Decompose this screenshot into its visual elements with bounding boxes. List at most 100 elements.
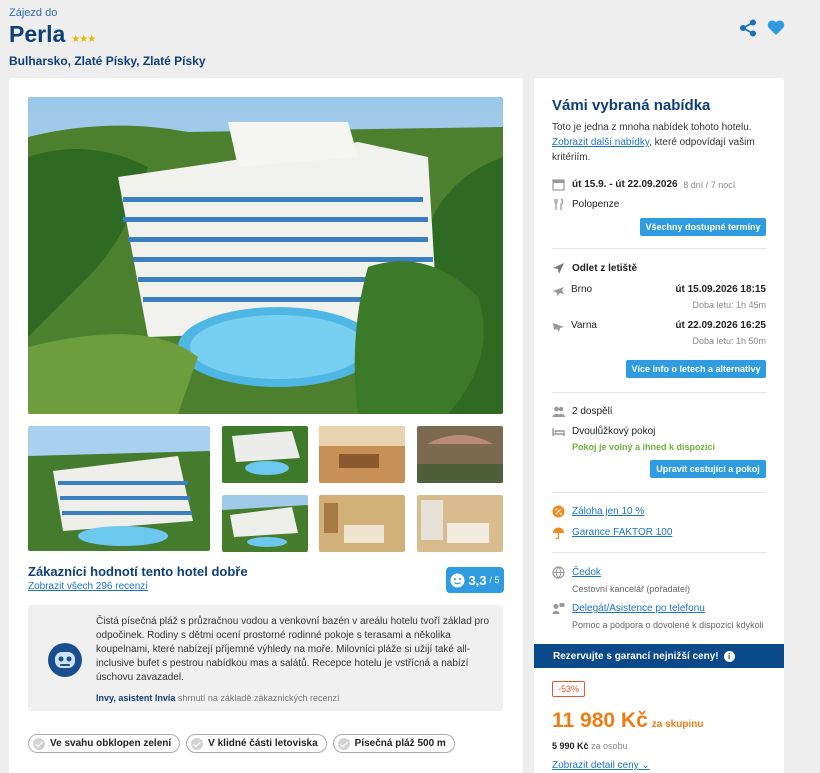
- support-person-icon: [552, 603, 565, 614]
- delegate-link: Delegát/Asistence po telefonu: [572, 603, 705, 614]
- tag-chip: Písečná pláž 500 m: [332, 734, 455, 753]
- return-duration: Doba letu: 1h 50m: [692, 336, 766, 346]
- calendar-icon: [552, 179, 565, 191]
- rating-badge[interactable]: 3,3 / 5: [446, 567, 504, 593]
- deposit-row[interactable]: Záloha jen 10 %: [552, 505, 644, 518]
- rating-scale: / 5: [489, 575, 500, 585]
- discount-badge: -53%: [552, 681, 586, 697]
- divider: [552, 248, 766, 249]
- divider: [552, 552, 766, 553]
- outbound-time: út 15.09.2026 18:15: [675, 284, 766, 295]
- promo-text: Rezervujte s garancí nejnižší ceny!: [553, 650, 719, 662]
- per-person-value: 5 990 Kč: [552, 741, 589, 751]
- delegate-row[interactable]: Delegát/Asistence po telefonu: [552, 602, 705, 615]
- all-dates-button[interactable]: Všechny dostupné termíny: [640, 218, 766, 236]
- plane-outbound-icon: [553, 287, 564, 296]
- room-row: Dvoulůžkový pokoj: [552, 425, 655, 438]
- info-icon[interactable]: i: [723, 650, 735, 662]
- check-icon: [191, 737, 204, 750]
- offer-card: Vámi vybraná nabídka Toto je jedna z mno…: [534, 78, 784, 773]
- hotel-header: Zájezd do Perla ★★★ Bulharsko, Zlaté Pís…: [9, 7, 820, 69]
- hotel-main-photo[interactable]: [28, 97, 503, 414]
- eyebrow: Zájezd do: [9, 7, 58, 19]
- share-icon[interactable]: [739, 19, 757, 37]
- offer-dates: út 15.9. - út 22.09.2026 8 dní / 7 nocí: [552, 178, 735, 191]
- divider: [552, 492, 766, 493]
- divider: [552, 392, 766, 393]
- tag-label: V klidné části letoviska: [208, 738, 318, 749]
- hotel-thumbnail-1[interactable]: [28, 426, 210, 551]
- heart-icon[interactable]: [766, 18, 786, 38]
- review-text: Čistá písečná pláž s průzračnou vodou a …: [96, 616, 490, 683]
- umbrella-icon: [553, 527, 564, 539]
- agency-subtitle: Cestovní kancelář (pořadatel): [572, 584, 691, 594]
- room-availability: Pokoj je volný a ihned k dispozici: [572, 442, 716, 452]
- hotel-thumbnail-4[interactable]: [417, 426, 503, 483]
- cutlery-icon: [554, 198, 564, 210]
- globe-icon: [552, 566, 565, 579]
- rating-title: Zákazníci hodnotí tento hotel dobře: [28, 564, 248, 579]
- tag-label: Písečná pláž 500 m: [354, 738, 446, 749]
- hotel-thumbnail-5[interactable]: [222, 495, 308, 552]
- total-price: 11 980 Kč za skupinu: [552, 709, 703, 733]
- all-reviews-link[interactable]: Zobrazit všech 296 recenzí: [28, 581, 148, 592]
- dates-value: út 15.9. - út 22.09.2026: [572, 179, 678, 190]
- lowest-price-banner[interactable]: Rezervujte s garancí nejnižší ceny! i: [534, 644, 784, 668]
- price-value: 11 980 Kč: [552, 709, 648, 732]
- outbound-city: Brno: [571, 284, 593, 295]
- hotel-location[interactable]: Bulharsko, Zlaté Písky, Zlaté Písky: [9, 54, 820, 68]
- return-city: Varna: [571, 320, 597, 331]
- hotel-gallery-card: Zákazníci hodnotí tento hotel dobře Zobr…: [9, 78, 523, 773]
- check-icon: [33, 737, 45, 750]
- guarantee-link: Garance FAKTOR 100: [572, 527, 673, 538]
- assistant-avatar-icon: [48, 643, 82, 677]
- review-summary: Čistá písečná pláž s průzračnou vodou a …: [28, 605, 503, 711]
- review-author: Invy, asistent Invia: [96, 693, 176, 703]
- per-person-label: za osobu: [591, 741, 628, 751]
- check-icon: [337, 737, 350, 750]
- delegate-subtitle: Pomoc a podpora o dovolené k dispozici k…: [572, 620, 764, 630]
- people-icon: [552, 406, 565, 417]
- plane-return-icon: [553, 323, 564, 332]
- tag-label: Ve svahu obklopen zelení: [50, 738, 172, 749]
- edit-travellers-button[interactable]: Upravit cestující a pokoj: [650, 460, 766, 478]
- navigation-arrow-icon: [553, 263, 564, 274]
- tag-chip: V klidné části letoviska: [186, 734, 327, 753]
- price-detail-link[interactable]: Zobrazit detail ceny ⌄: [552, 760, 650, 771]
- offer-board: Polopenze: [552, 198, 619, 211]
- chevron-down-icon: ⌄: [641, 760, 650, 771]
- review-signature: Invy, asistent Invia shrnutí na základě …: [96, 693, 339, 703]
- return-time: út 22.09.2026 16:25: [675, 320, 766, 331]
- more-offers-link[interactable]: Zobrazit další nabídky: [552, 137, 649, 148]
- travellers-row: 2 dospělí: [552, 405, 613, 418]
- hotel-thumbnail-7[interactable]: [417, 495, 503, 552]
- nights-value: 8 dní / 7 nocí: [683, 179, 736, 190]
- hotel-thumbnail-3[interactable]: [319, 426, 405, 483]
- hotel-name: Perla: [9, 21, 66, 47]
- guarantee-row[interactable]: Garance FAKTOR 100: [552, 526, 672, 539]
- flight-info-button[interactable]: Více info o letech a alternativy: [626, 360, 766, 378]
- deposit-link: Záloha jen 10 %: [572, 506, 645, 517]
- agency-row[interactable]: Čedok: [552, 566, 601, 579]
- star-rating: ★★★: [71, 34, 96, 45]
- per-person-price: 5 990 Kč za osobu: [552, 741, 628, 751]
- price-suffix: za skupinu: [651, 719, 704, 730]
- travellers-value: 2 dospělí: [572, 406, 613, 417]
- departure-label: Odlet z letiště: [552, 262, 637, 275]
- rating-score: 3,3: [468, 572, 487, 588]
- tag-chip: Ve svahu obklopen zelení: [28, 734, 181, 753]
- hotel-thumbnail-2[interactable]: [222, 426, 308, 483]
- percent-icon: [552, 505, 565, 518]
- offer-desc-prefix: Toto je jedna z mnoha nabídek tohoto hot…: [552, 122, 752, 133]
- offer-description: Toto je jedna z mnoha nabídek tohoto hot…: [552, 120, 767, 165]
- bed-icon: [552, 428, 565, 436]
- board-value: Polopenze: [572, 199, 620, 210]
- hotel-thumbnail-6[interactable]: [319, 495, 405, 552]
- hotel-tags: Ve svahu obklopen zelení V klidné části …: [28, 734, 455, 753]
- review-author-suffix: shrnutí na základě zákaznických recenzí: [175, 693, 340, 703]
- offer-title: Vámi vybraná nabídka: [552, 97, 711, 114]
- outbound-duration: Doba letu: 1h 45m: [692, 300, 766, 310]
- agency-link: Čedok: [572, 567, 601, 578]
- room-value: Dvoulůžkový pokoj: [572, 426, 656, 437]
- smiley-icon: [450, 573, 465, 587]
